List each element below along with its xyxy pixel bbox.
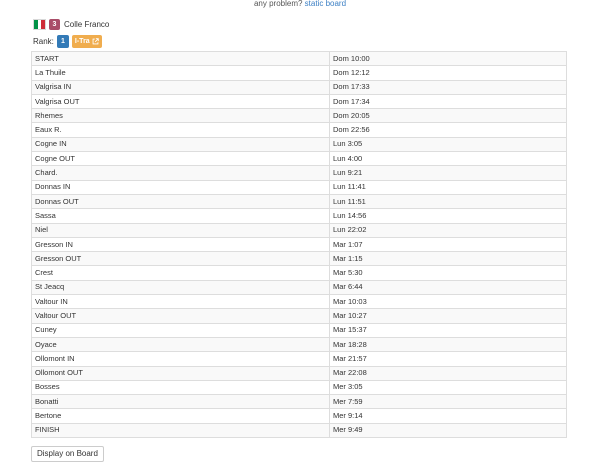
table-row: Sassa Lun 14:56 bbox=[31, 208, 567, 224]
checkpoint-cell: Cogne OUT bbox=[31, 151, 330, 167]
table-row: Cogne IN Lun 3:05 bbox=[31, 136, 567, 153]
flag-band-red bbox=[41, 20, 46, 29]
table-row: St Jeacq Mar 6:44 bbox=[31, 279, 567, 296]
table-row: FINISH Mer 9:49 bbox=[31, 422, 567, 439]
time-cell: Mar 15:37 bbox=[329, 322, 567, 338]
category-rank-link[interactable]: I-Tra bbox=[71, 34, 102, 48]
rank-badge: 1 bbox=[56, 34, 69, 48]
table-row: Donnas OUT Lun 11:51 bbox=[31, 193, 567, 210]
time-cell: Lun 9:21 bbox=[329, 165, 567, 181]
time-cell: Dom 17:34 bbox=[329, 93, 567, 110]
time-cell: Mer 9:14 bbox=[329, 408, 567, 424]
table-row: Valgrisa IN Dom 17:33 bbox=[31, 79, 567, 95]
checkpoint-cell: Valtour IN bbox=[31, 294, 330, 310]
time-cell: Lun 4:00 bbox=[329, 151, 567, 167]
table-row: Rhemes Dom 20:05 bbox=[31, 108, 567, 124]
table-row: Valgrisa OUT Dom 17:34 bbox=[31, 93, 567, 110]
table-row: Gresson OUT Mar 1:15 bbox=[31, 251, 567, 267]
athlete-header: 3 Colle Franco bbox=[33, 18, 109, 31]
table-row: Bonatti Mer 7:59 bbox=[31, 394, 567, 410]
checkpoint-cell: Ollomont OUT bbox=[31, 365, 330, 381]
athlete-name: Colle Franco bbox=[64, 20, 110, 29]
checkpoint-cell: Gresson IN bbox=[31, 236, 330, 253]
static-board-link[interactable]: static board bbox=[305, 0, 346, 8]
checkpoint-cell: Chard. bbox=[31, 165, 330, 181]
checkpoint-cell: Donnas OUT bbox=[31, 193, 330, 210]
checkpoint-cell: Oyace bbox=[31, 336, 330, 353]
time-cell: Mer 9:49 bbox=[329, 422, 567, 439]
time-cell: Dom 17:33 bbox=[329, 79, 567, 95]
table-row: Cogne OUT Lun 4:00 bbox=[31, 151, 567, 167]
time-cell: Lun 22:02 bbox=[329, 222, 567, 238]
checkpoint-cell: Bosses bbox=[31, 379, 330, 396]
table-row: Donnas IN Lun 11:41 bbox=[31, 179, 567, 195]
checkpoint-cell: FINISH bbox=[31, 422, 330, 439]
split-times-body: START Dom 10:00 La Thuile Dom 12:12 Valgrisa… bbox=[31, 50, 567, 439]
time-cell: Mar 1:07 bbox=[329, 236, 567, 253]
italy-flag-icon bbox=[33, 19, 46, 30]
time-cell: Lun 11:51 bbox=[329, 193, 567, 210]
checkpoint-cell: Crest bbox=[31, 265, 330, 281]
time-cell: Dom 20:05 bbox=[329, 108, 567, 124]
category-label: I-Tra bbox=[74, 37, 90, 45]
checkpoint-cell: Sassa bbox=[31, 208, 330, 224]
checkpoint-cell: Valtour OUT bbox=[31, 308, 330, 324]
checkpoint-cell: START bbox=[31, 50, 330, 67]
time-cell: Mer 3:05 bbox=[329, 379, 567, 396]
table-row: La Thuile Dom 12:12 bbox=[31, 65, 567, 81]
checkpoint-cell: Valgrisa OUT bbox=[31, 93, 330, 110]
table-row: START Dom 10:00 bbox=[31, 50, 567, 67]
table-row: Niel Lun 22:02 bbox=[31, 222, 567, 238]
table-row: Crest Mar 5:30 bbox=[31, 265, 567, 281]
time-cell: Lun 3:05 bbox=[329, 136, 567, 153]
time-cell: Lun 14:56 bbox=[329, 208, 567, 224]
table-row: Chard. Lun 9:21 bbox=[31, 165, 567, 181]
table-row: Valtour IN Mar 10:03 bbox=[31, 294, 567, 310]
time-cell: Mar 18:28 bbox=[329, 336, 567, 353]
time-cell: Mar 6:44 bbox=[329, 279, 567, 296]
display-on-board-button[interactable]: Display on Board bbox=[31, 446, 104, 462]
checkpoint-cell: Niel bbox=[31, 222, 330, 238]
table-row: Valtour OUT Mar 10:27 bbox=[31, 308, 567, 324]
table-row: Bosses Mer 3:05 bbox=[31, 379, 567, 396]
time-cell: Mar 21:57 bbox=[329, 351, 567, 367]
help-line: any problem? static board bbox=[0, 0, 600, 8]
table-row: Oyace Mar 18:28 bbox=[31, 336, 567, 353]
checkpoint-cell: Cuney bbox=[31, 322, 330, 338]
checkpoint-cell: Bonatti bbox=[31, 394, 330, 410]
table-row: Cuney Mar 15:37 bbox=[31, 322, 567, 338]
time-cell: Mar 1:15 bbox=[329, 251, 567, 267]
checkpoint-cell: St Jeacq bbox=[31, 279, 330, 296]
bib-badge: 3 bbox=[49, 19, 60, 30]
checkpoint-cell: Cogne IN bbox=[31, 136, 330, 153]
checkpoint-cell: Gresson OUT bbox=[31, 251, 330, 267]
external-link-icon bbox=[92, 37, 99, 44]
time-cell: Dom 10:00 bbox=[329, 50, 567, 67]
checkpoint-cell: Valgrisa IN bbox=[31, 79, 330, 95]
time-cell: Lun 11:41 bbox=[329, 179, 567, 195]
checkpoint-cell: Bertone bbox=[31, 408, 330, 424]
table-row: Bertone Mer 9:14 bbox=[31, 408, 567, 424]
time-cell: Mer 7:59 bbox=[329, 394, 567, 410]
time-cell: Mar 10:03 bbox=[329, 294, 567, 310]
table-row: Gresson IN Mar 1:07 bbox=[31, 236, 567, 253]
table-row: Ollomont OUT Mar 22:08 bbox=[31, 365, 567, 381]
table-row: Eaux R. Dom 22:56 bbox=[31, 122, 567, 138]
checkpoint-cell: La Thuile bbox=[31, 65, 330, 81]
time-cell: Dom 22:56 bbox=[329, 122, 567, 138]
rank-label: Rank: bbox=[33, 36, 54, 46]
time-cell: Mar 10:27 bbox=[329, 308, 567, 324]
table-row: Ollomont IN Mar 21:57 bbox=[31, 351, 567, 367]
split-times-table: START Dom 10:00 La Thuile Dom 12:12 Valgrisa… bbox=[31, 50, 567, 439]
checkpoint-cell: Ollomont IN bbox=[31, 351, 330, 367]
rank-row: Rank: 1 I-Tra bbox=[33, 34, 102, 48]
time-cell: Dom 12:12 bbox=[329, 65, 567, 81]
checkpoint-cell: Eaux R. bbox=[31, 122, 330, 138]
checkpoint-cell: Rhemes bbox=[31, 108, 330, 124]
checkpoint-cell: Donnas IN bbox=[31, 179, 330, 195]
problem-text: any problem? bbox=[253, 0, 303, 8]
time-cell: Mar 22:08 bbox=[329, 365, 567, 381]
time-cell: Mar 5:30 bbox=[329, 265, 567, 281]
